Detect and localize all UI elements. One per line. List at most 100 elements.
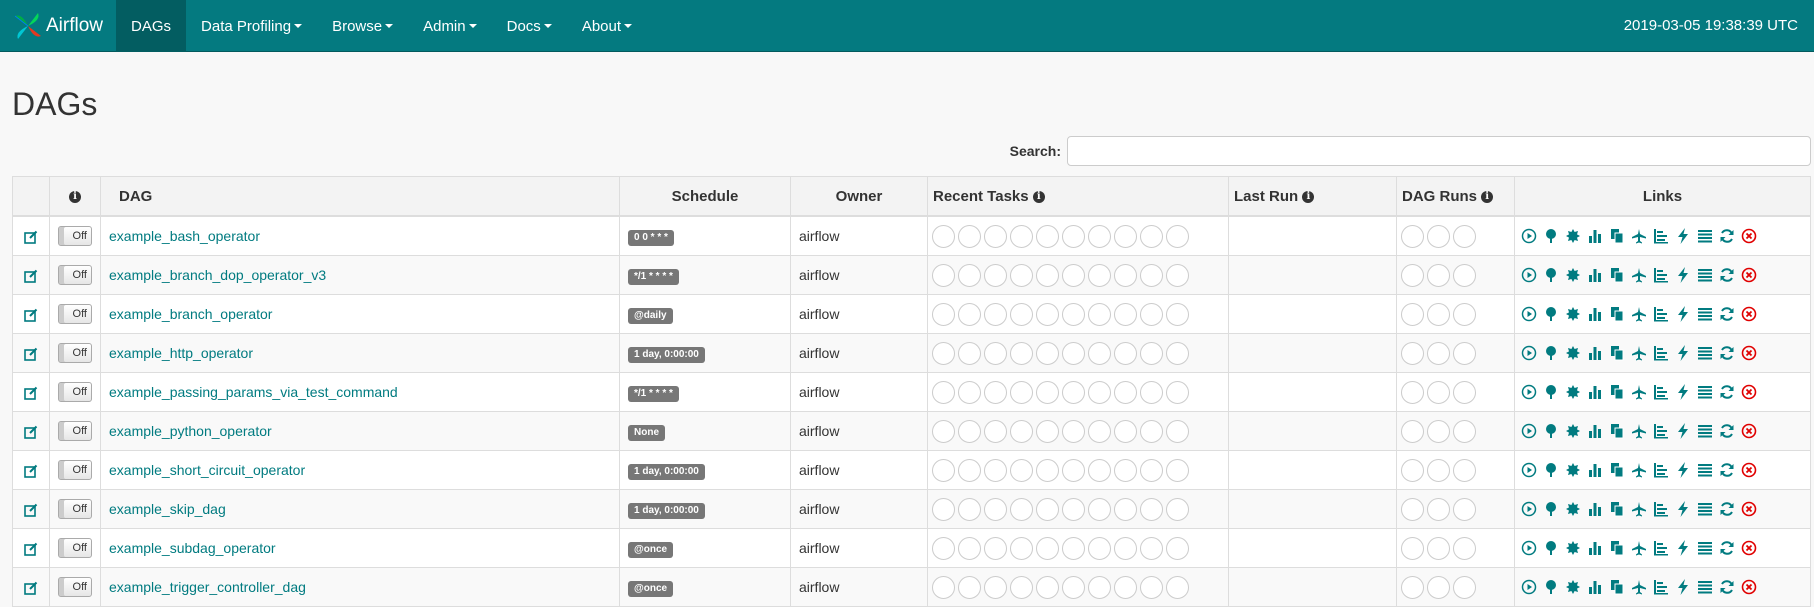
landing-times-icon[interactable] xyxy=(1631,345,1647,361)
trigger-dag-icon[interactable] xyxy=(1521,267,1537,283)
task-state-circle[interactable] xyxy=(958,536,981,560)
delete-icon[interactable] xyxy=(1741,579,1757,595)
dag-pause-toggle[interactable]: Off xyxy=(58,421,92,441)
logs-icon[interactable] xyxy=(1697,267,1713,283)
logs-icon[interactable] xyxy=(1697,501,1713,517)
dag-pause-toggle[interactable]: Off xyxy=(58,265,92,285)
task-state-circle[interactable] xyxy=(932,224,955,248)
task-state-circle[interactable] xyxy=(958,458,981,482)
refresh-icon[interactable] xyxy=(1719,501,1735,517)
tree-view-icon[interactable] xyxy=(1543,267,1559,283)
landing-times-icon[interactable] xyxy=(1631,540,1647,556)
task-state-circle[interactable] xyxy=(932,575,955,599)
dag-pause-toggle[interactable]: Off xyxy=(58,499,92,519)
delete-icon[interactable] xyxy=(1741,384,1757,400)
delete-icon[interactable] xyxy=(1741,423,1757,439)
info-icon[interactable]: i xyxy=(1032,190,1045,203)
dag-run-circle[interactable] xyxy=(1453,419,1476,443)
task-state-circle[interactable] xyxy=(958,575,981,599)
graph-view-icon[interactable] xyxy=(1565,384,1581,400)
task-tries-icon[interactable] xyxy=(1609,306,1625,322)
task-state-circle[interactable] xyxy=(1166,458,1189,482)
gantt-icon[interactable] xyxy=(1653,345,1669,361)
dag-run-circle[interactable] xyxy=(1427,224,1450,248)
task-state-circle[interactable] xyxy=(1088,419,1111,443)
edit-icon[interactable] xyxy=(24,384,38,400)
dag-pause-toggle[interactable]: Off xyxy=(58,304,92,324)
task-state-circle[interactable] xyxy=(1062,302,1085,326)
dag-link[interactable]: example_trigger_controller_dag xyxy=(109,579,306,595)
nav-browse[interactable]: Browse xyxy=(317,0,408,52)
code-icon[interactable] xyxy=(1675,345,1691,361)
task-state-circle[interactable] xyxy=(1114,263,1137,287)
refresh-icon[interactable] xyxy=(1719,345,1735,361)
refresh-icon[interactable] xyxy=(1719,228,1735,244)
dag-pause-toggle[interactable]: Off xyxy=(58,460,92,480)
task-state-circle[interactable] xyxy=(1088,341,1111,365)
nav-data-profiling[interactable]: Data Profiling xyxy=(186,0,317,52)
edit-icon[interactable] xyxy=(24,345,38,361)
task-state-circle[interactable] xyxy=(1010,341,1033,365)
task-state-circle[interactable] xyxy=(1010,380,1033,404)
refresh-icon[interactable] xyxy=(1719,384,1735,400)
dag-run-circle[interactable] xyxy=(1427,380,1450,404)
code-icon[interactable] xyxy=(1675,267,1691,283)
tree-view-icon[interactable] xyxy=(1543,345,1559,361)
graph-view-icon[interactable] xyxy=(1565,423,1581,439)
edit-icon[interactable] xyxy=(24,462,38,478)
code-icon[interactable] xyxy=(1675,228,1691,244)
duration-icon[interactable] xyxy=(1587,462,1603,478)
task-state-circle[interactable] xyxy=(1036,302,1059,326)
task-state-circle[interactable] xyxy=(932,380,955,404)
code-icon[interactable] xyxy=(1675,540,1691,556)
task-state-circle[interactable] xyxy=(1036,263,1059,287)
task-state-circle[interactable] xyxy=(984,224,1007,248)
delete-icon[interactable] xyxy=(1741,540,1757,556)
task-state-circle[interactable] xyxy=(984,536,1007,560)
dag-link[interactable]: example_passing_params_via_test_command xyxy=(109,384,398,400)
task-state-circle[interactable] xyxy=(1062,458,1085,482)
task-state-circle[interactable] xyxy=(1088,224,1111,248)
task-state-circle[interactable] xyxy=(1114,302,1137,326)
dag-run-circle[interactable] xyxy=(1401,224,1424,248)
edit-icon[interactable] xyxy=(24,267,38,283)
task-state-circle[interactable] xyxy=(1114,380,1137,404)
duration-icon[interactable] xyxy=(1587,345,1603,361)
dag-run-circle[interactable] xyxy=(1427,497,1450,521)
task-tries-icon[interactable] xyxy=(1609,579,1625,595)
task-state-circle[interactable] xyxy=(1062,341,1085,365)
task-state-circle[interactable] xyxy=(1140,458,1163,482)
task-state-circle[interactable] xyxy=(958,224,981,248)
task-state-circle[interactable] xyxy=(984,497,1007,521)
task-state-circle[interactable] xyxy=(1088,302,1111,326)
logs-icon[interactable] xyxy=(1697,540,1713,556)
dag-run-circle[interactable] xyxy=(1401,497,1424,521)
task-state-circle[interactable] xyxy=(932,458,955,482)
task-state-circle[interactable] xyxy=(1088,575,1111,599)
dag-link[interactable]: example_http_operator xyxy=(109,345,253,361)
delete-icon[interactable] xyxy=(1741,306,1757,322)
dag-run-circle[interactable] xyxy=(1401,536,1424,560)
gantt-icon[interactable] xyxy=(1653,579,1669,595)
gantt-icon[interactable] xyxy=(1653,306,1669,322)
landing-times-icon[interactable] xyxy=(1631,306,1647,322)
task-state-circle[interactable] xyxy=(1114,419,1137,443)
delete-icon[interactable] xyxy=(1741,501,1757,517)
dag-run-circle[interactable] xyxy=(1401,380,1424,404)
task-state-circle[interactable] xyxy=(1166,224,1189,248)
code-icon[interactable] xyxy=(1675,501,1691,517)
task-state-circle[interactable] xyxy=(1036,341,1059,365)
refresh-icon[interactable] xyxy=(1719,423,1735,439)
gantt-icon[interactable] xyxy=(1653,462,1669,478)
task-tries-icon[interactable] xyxy=(1609,501,1625,517)
dag-run-circle[interactable] xyxy=(1401,575,1424,599)
dag-run-circle[interactable] xyxy=(1401,302,1424,326)
dag-run-circle[interactable] xyxy=(1401,341,1424,365)
dag-run-circle[interactable] xyxy=(1453,497,1476,521)
task-state-circle[interactable] xyxy=(932,536,955,560)
task-tries-icon[interactable] xyxy=(1609,228,1625,244)
dag-link[interactable]: example_python_operator xyxy=(109,423,272,439)
duration-icon[interactable] xyxy=(1587,306,1603,322)
landing-times-icon[interactable] xyxy=(1631,501,1647,517)
graph-view-icon[interactable] xyxy=(1565,228,1581,244)
